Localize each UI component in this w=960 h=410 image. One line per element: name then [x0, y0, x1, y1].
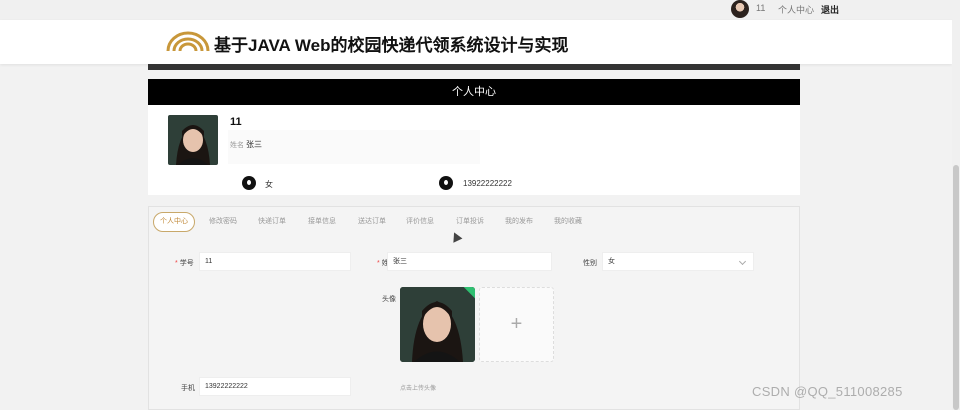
profile-username: 11 [230, 116, 242, 128]
name-box [228, 130, 480, 164]
phone-icon [439, 176, 453, 190]
uploaded-avatar[interactable] [400, 287, 475, 362]
site-title: 基于JAVA Web的校园快递代领系统设计与实现 [214, 36, 569, 55]
profile-gender: 女 [265, 180, 273, 189]
tab-my-posts[interactable]: 我的发布 [505, 212, 533, 232]
profile-photo [168, 115, 218, 165]
site-header: 基于JAVA Web的校园快递代领系统设计与实现 [0, 20, 952, 64]
profile-name-label: 姓名 [230, 142, 244, 149]
page-scrollbar[interactable] [952, 20, 960, 410]
page-banner: 个人中心 [148, 79, 800, 105]
nav-strip [148, 64, 800, 70]
avatar-upload-button[interactable]: + [479, 287, 554, 362]
tab-reviews[interactable]: 评价信息 [406, 212, 434, 232]
tab-complaints[interactable]: 订单投诉 [456, 212, 484, 232]
profile-card: 11 姓名 张三 女 13922222222 [148, 105, 800, 195]
user-avatar[interactable] [731, 0, 749, 18]
top-user-bar: 11 个人中心 退出 [0, 0, 960, 20]
profile-name-value: 张三 [246, 140, 262, 149]
tab-change-password[interactable]: 修改密码 [209, 212, 237, 232]
profile-phone: 13922222222 [463, 179, 512, 188]
gender-icon [242, 176, 256, 190]
name-input[interactable]: 张三 [387, 252, 552, 271]
arc-logo-icon [166, 31, 210, 52]
gender-select[interactable]: 女 [602, 252, 754, 271]
gender-label: 性别 [583, 260, 597, 267]
tab-user-center[interactable]: 个人中心 [153, 212, 195, 232]
phone-label: 手机 [181, 385, 195, 392]
logout-link[interactable]: 退出 [821, 3, 839, 16]
user-center-link[interactable]: 个人中心 [778, 3, 814, 16]
tab-accept-info[interactable]: 接单信息 [308, 212, 336, 232]
student-id-label: * 学号 [175, 260, 194, 267]
tab-my-favorites[interactable]: 我的收藏 [554, 212, 582, 232]
tab-delivery-orders[interactable]: 快递订单 [258, 212, 286, 232]
phone-input[interactable]: 13922222222 [199, 377, 351, 396]
avatar-label: 头像 [382, 296, 396, 303]
plus-icon: + [510, 313, 523, 335]
upload-hint: 点击上传头像 [400, 386, 437, 392]
tab-delivered-orders[interactable]: 送达订单 [358, 212, 386, 232]
student-id-input[interactable]: 11 [199, 252, 351, 271]
profile-form-panel: 个人中心 修改密码 快递订单 接单信息 送达订单 评价信息 订单投诉 我的发布 … [148, 206, 800, 410]
topbar-username: 11 [756, 3, 766, 13]
watermark: CSDN @QQ_511008285 [752, 384, 903, 399]
scrollbar-thumb[interactable] [953, 165, 959, 410]
